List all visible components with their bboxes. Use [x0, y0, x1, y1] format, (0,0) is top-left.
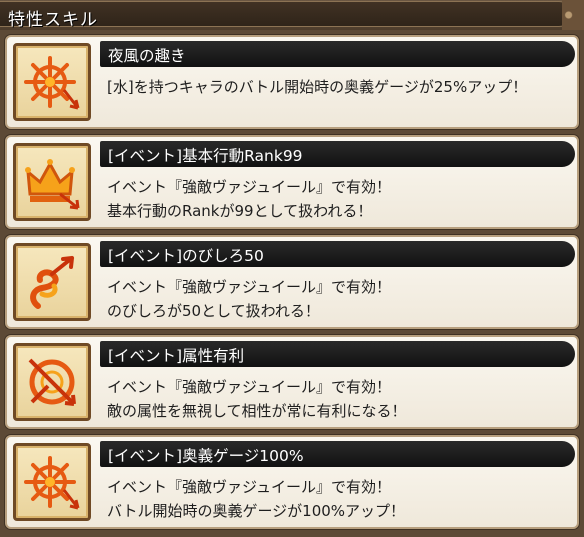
skill-desc-line: 敵の属性を無視して相性が常に有利になる！ — [107, 402, 407, 420]
compass-arrow-icon — [24, 56, 80, 110]
crossed-arrow-icon — [28, 358, 76, 406]
skill-desc-line: バトル開始時の奥義ゲージが100%アップ！ — [107, 502, 406, 520]
skill-title: [イベント]属性有利 — [108, 347, 245, 365]
skill-description: イベント『強敵ヴァジュイール』で有効！ バトル開始時の奥義ゲージが100%アップ… — [107, 475, 572, 523]
header-ornament — [562, 0, 584, 30]
skill-desc-line: イベント『強敵ヴァジュイール』で有効！ — [107, 378, 391, 396]
skill-title: [イベント]基本行動Rank99 — [108, 147, 303, 165]
skill-description: イベント『強敵ヴァジュイール』で有効！ 基本行動のRankが99として扱われる！ — [107, 175, 572, 223]
skill-icon-frame — [13, 243, 91, 321]
skill-card: 夜風の趣き [水]を持つキャラのバトル開始時の奥義ゲージが25%アップ！ — [5, 35, 579, 129]
skill-title-bar: [イベント]のびしろ50 — [100, 241, 575, 267]
spiral-arrow-icon — [30, 256, 74, 309]
skill-desc-line: イベント『強敵ヴァジュイール』で有効！ — [107, 278, 391, 296]
skill-icon-frame — [13, 443, 91, 521]
skill-description: イベント『強敵ヴァジュイール』で有効！ のびしろが50として扱われる！ — [107, 275, 572, 323]
crown-arrow-icon — [25, 159, 80, 210]
skill-list: 夜風の趣き [水]を持つキャラのバトル開始時の奥義ゲージが25%アップ！ [イベ… — [0, 30, 584, 537]
skill-title-bar: 夜風の趣き — [100, 41, 575, 67]
skill-card: [イベント]奥義ゲージ100% イベント『強敵ヴァジュイール』で有効！ バトル開… — [5, 435, 579, 529]
skill-card: [イベント]基本行動Rank99 イベント『強敵ヴァジュイール』で有効！ 基本行… — [5, 135, 579, 229]
skill-desc-line: のびしろが50として扱われる！ — [107, 302, 320, 320]
skill-desc-line: イベント『強敵ヴァジュイール』で有効！ — [107, 178, 391, 196]
skill-desc-line: [水]を持つキャラのバトル開始時の奥義ゲージが25%アップ！ — [107, 78, 528, 96]
skill-title-bar: [イベント]奥義ゲージ100% — [100, 441, 575, 467]
header-bar: 特性スキル — [0, 1, 572, 30]
skill-title: [イベント]のびしろ50 — [108, 247, 264, 265]
skill-icon-frame — [13, 343, 91, 421]
skill-card: [イベント]のびしろ50 イベント『強敵ヴァジュイール』で有効！ のびしろが50… — [5, 235, 579, 329]
skill-panel-header: 特性スキル — [0, 0, 584, 30]
skill-description: [水]を持つキャラのバトル開始時の奥義ゲージが25%アップ！ — [107, 75, 572, 99]
skill-title-bar: [イベント]基本行動Rank99 — [100, 141, 575, 167]
panel-title: 特性スキル — [8, 10, 98, 30]
skill-desc-line: イベント『強敵ヴァジュイール』で有効！ — [107, 478, 391, 496]
skill-description: イベント『強敵ヴァジュイール』で有効！ 敵の属性を無視して相性が常に有利になる！ — [107, 375, 572, 423]
skill-title: 夜風の趣き — [108, 47, 186, 65]
skill-card: [イベント]属性有利 イベント『強敵ヴァジュイール』で有効！ 敵の属性を無視して… — [5, 335, 579, 429]
skill-icon-frame — [13, 43, 91, 121]
compass-arrow-icon — [24, 456, 80, 510]
skill-icon-frame — [13, 143, 91, 221]
skill-desc-line: 基本行動のRankが99として扱われる！ — [107, 202, 373, 220]
skill-title: [イベント]奥義ゲージ100% — [108, 447, 304, 465]
skill-title-bar: [イベント]属性有利 — [100, 341, 575, 367]
